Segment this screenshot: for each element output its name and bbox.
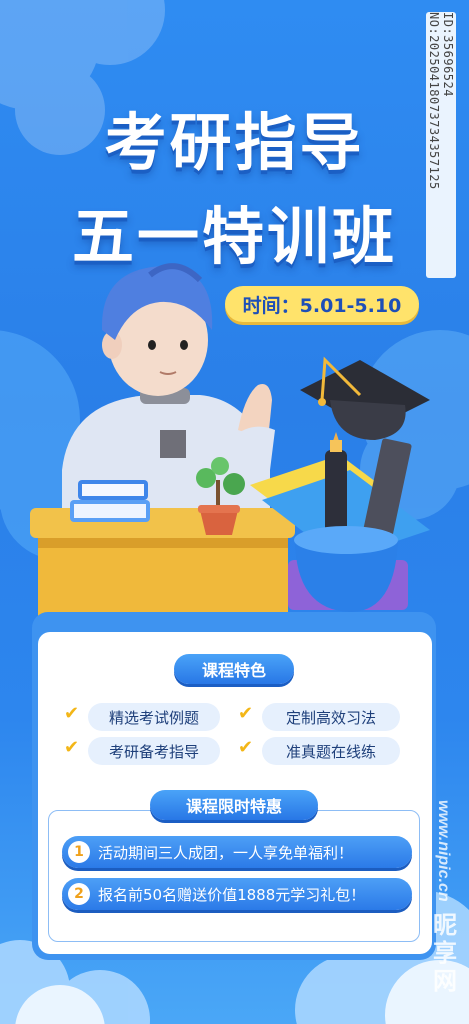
title-line-2: 五一特训班 (71, 200, 397, 273)
check-icon: ✔ (238, 703, 254, 724)
site-watermark: www.nipic.cn 昵享网 (422, 800, 464, 1020)
feature-item: 精选考试例题 (88, 703, 220, 731)
feature-item: 考研备考指导 (88, 737, 220, 765)
offer-number-badge: 2 (68, 883, 90, 905)
title-line-1: 考研指导 (104, 106, 365, 179)
site-name: 昵享网 (428, 911, 457, 996)
feature-item: 准真题在线练 (262, 737, 400, 765)
feature-item: 定制高效习法 (262, 703, 400, 731)
desk (30, 508, 295, 618)
offer-text: 报名前50名赠送价值1888元学习礼包！ (98, 885, 366, 904)
offer-box (48, 810, 420, 942)
offer-number-badge: 1 (68, 841, 90, 863)
check-icon: ✔ (238, 737, 254, 758)
offer-text: 活动期间三人成团，一人享免单福利！ (98, 843, 354, 862)
check-icon: ✔ (64, 737, 80, 758)
check-icon: ✔ (64, 703, 80, 724)
site-url: www.nipic.cn (435, 800, 452, 902)
offer-heading: 课程限时特惠 (150, 790, 318, 820)
offer-row-2: 2 报名前50名赠送价值1888元学习礼包！ (62, 878, 412, 910)
offer-row-1: 1 活动期间三人成团，一人享免单福利！ (62, 836, 412, 868)
features-heading: 课程特色 (174, 654, 294, 684)
book-stack (70, 480, 150, 522)
time-badge: 时间：5.01-5.10 (225, 286, 419, 322)
